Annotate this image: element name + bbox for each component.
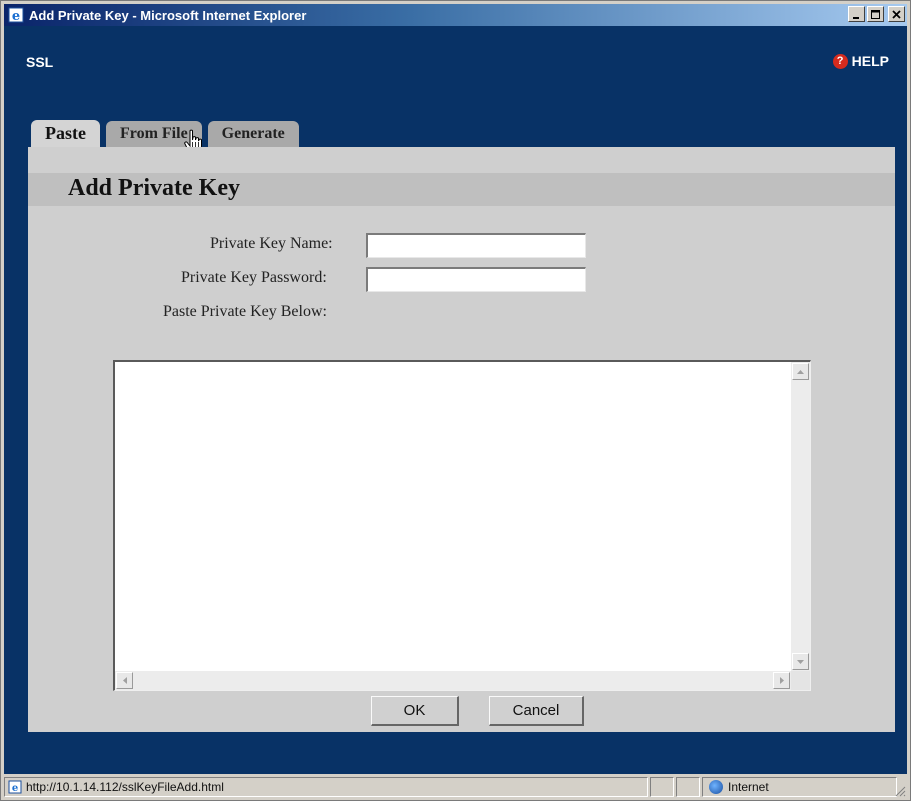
globe-icon [709, 780, 723, 794]
vertical-scrollbar[interactable] [791, 362, 810, 671]
window-title: Add Private Key - Microsoft Internet Exp… [29, 7, 307, 23]
private-key-textarea[interactable] [115, 362, 791, 671]
app-header: SSL ? HELP [4, 26, 907, 114]
window-controls [848, 6, 905, 22]
tab-bar: Paste From File Generate [31, 120, 305, 154]
scroll-down-button[interactable] [792, 653, 809, 670]
minimize-button[interactable] [848, 6, 865, 22]
help-icon: ? [832, 53, 848, 69]
tab-generate[interactable]: Generate [207, 121, 299, 147]
minimize-icon [853, 17, 859, 19]
page-icon: e [8, 780, 22, 794]
horizontal-scrollbar[interactable] [115, 671, 791, 690]
status-segment-2 [676, 777, 700, 797]
scrollbar-corner [791, 671, 810, 690]
cancel-button[interactable]: Cancel [489, 696, 584, 726]
key-name-label: Private Key Name: [210, 235, 333, 252]
app-area: SSL ? HELP Paste From File Generate Add … [4, 26, 907, 774]
paste-key-label: Paste Private Key Below: [163, 303, 327, 320]
svg-text:e: e [12, 9, 20, 23]
arrow-right-icon [779, 677, 784, 684]
internet-explorer-icon: e [8, 7, 24, 24]
close-icon [892, 10, 901, 19]
brand-label: SSL [26, 54, 54, 70]
status-url: http://10.1.14.112/sslKeyFileAdd.html [26, 780, 224, 794]
status-bar: e http://10.1.14.112/sslKeyFileAdd.html … [4, 776, 907, 798]
tab-from-file-label: From File [119, 125, 188, 142]
key-name-input[interactable] [366, 233, 586, 258]
scroll-up-button[interactable] [792, 363, 809, 380]
panel-header: Add Private Key [28, 173, 895, 206]
resize-grip-icon[interactable] [894, 785, 906, 797]
content-panel: Add Private Key Private Key Name: Privat… [28, 147, 895, 732]
help-label: HELP [851, 53, 889, 69]
maximize-icon [871, 10, 880, 19]
arrow-down-icon [797, 659, 804, 664]
arrow-up-icon [797, 369, 804, 374]
maximize-button[interactable] [867, 6, 884, 22]
status-zone-segment: Internet [702, 777, 897, 797]
scroll-right-button[interactable] [773, 672, 790, 689]
status-url-segment: e http://10.1.14.112/sslKeyFileAdd.html [4, 777, 648, 797]
help-link[interactable]: ? HELP [832, 53, 889, 69]
ok-button[interactable]: OK [371, 696, 459, 726]
window-titlebar[interactable]: e Add Private Key - Microsoft Internet E… [4, 4, 907, 26]
status-zone: Internet [728, 780, 769, 794]
private-key-textarea-frame [113, 360, 811, 691]
browser-window: e Add Private Key - Microsoft Internet E… [0, 0, 911, 801]
arrow-left-icon [122, 677, 127, 684]
key-password-input[interactable] [366, 267, 586, 292]
tab-paste[interactable]: Paste [31, 120, 100, 147]
key-password-label: Private Key Password: [181, 269, 327, 286]
close-button[interactable] [888, 6, 905, 22]
status-segment-1 [650, 777, 674, 797]
svg-text:e: e [12, 783, 18, 794]
tab-from-file[interactable]: From File [105, 121, 202, 154]
scroll-left-button[interactable] [116, 672, 133, 689]
page-title: Add Private Key [68, 175, 240, 201]
